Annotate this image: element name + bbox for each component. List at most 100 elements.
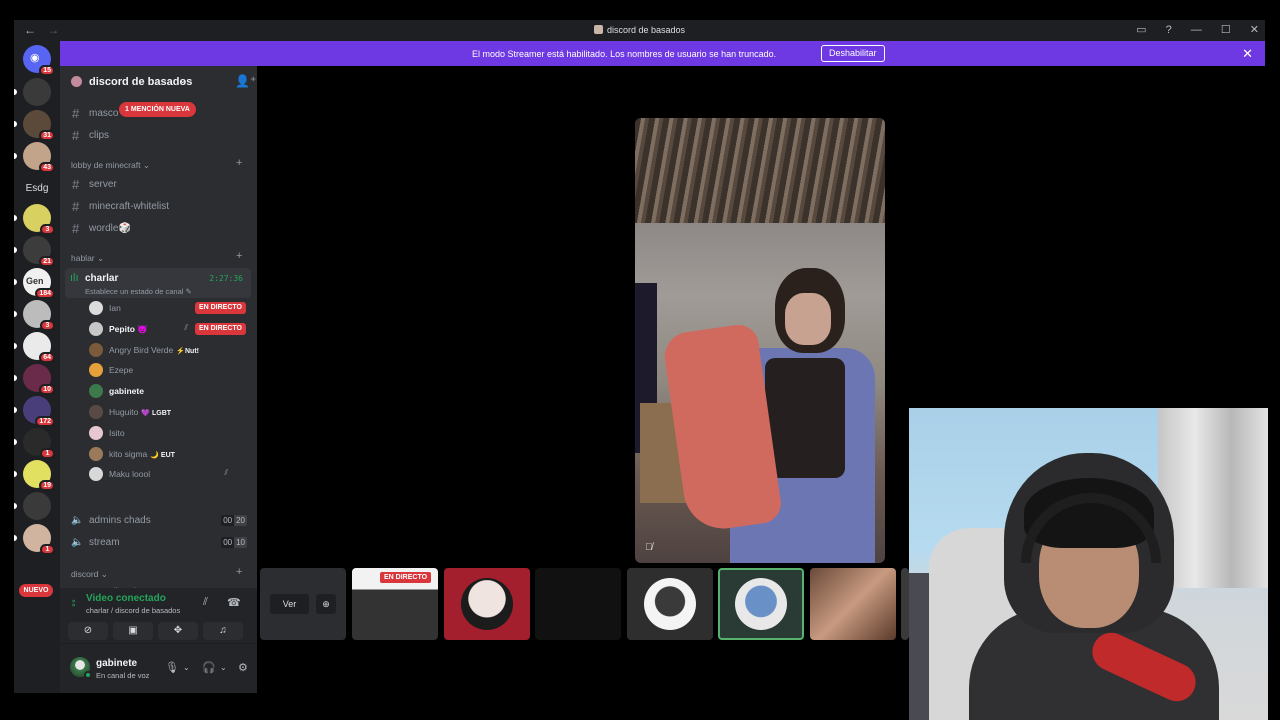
participant-tile-avatar[interactable] bbox=[444, 568, 530, 640]
server-icon[interactable]: 3 bbox=[23, 204, 55, 235]
streamer-mode-banner: El modo Streamer está habilitado. Los no… bbox=[60, 41, 1265, 66]
participant-tile-partial[interactable] bbox=[901, 568, 909, 640]
close-window-button[interactable]: ✕ bbox=[1250, 24, 1259, 36]
voice-user-row[interactable]: Ian EN DIRECTO bbox=[88, 299, 248, 318]
mention-badge: 3 bbox=[40, 224, 55, 235]
disable-streamer-button[interactable]: Deshabilitar bbox=[821, 45, 885, 62]
voice-channel-admins-chads[interactable]: 🔈 admins chads 00 20 bbox=[68, 511, 249, 531]
headphones-icon[interactable]: 🎧 bbox=[202, 661, 216, 674]
camera-off-button[interactable]: ⊘ bbox=[68, 622, 108, 640]
participant-tile-stream[interactable]: EN DIRECTO bbox=[352, 568, 438, 640]
participant-tile-video[interactable] bbox=[810, 568, 896, 640]
voice-user-row[interactable]: Isito bbox=[88, 424, 248, 443]
direct-messages-button[interactable]: ◉ 15 bbox=[23, 45, 55, 76]
server-icon[interactable]: 64 bbox=[23, 332, 55, 363]
avatar bbox=[461, 578, 513, 630]
channel-status-prompt[interactable]: Establece un estado de canal ✎ bbox=[85, 287, 192, 296]
server-folder-label[interactable]: Esdg bbox=[14, 183, 60, 194]
channel-clips[interactable]: # clips bbox=[68, 125, 249, 145]
category-discord[interactable]: discord ⌄ bbox=[71, 569, 108, 580]
server-icon[interactable]: 1 bbox=[23, 428, 55, 459]
activities-button[interactable]: ✥ bbox=[158, 622, 198, 640]
focused-video-stream[interactable]: 🎙̸ bbox=[635, 118, 885, 563]
gear-icon[interactable]: ⚙ bbox=[238, 661, 248, 674]
voice-user-name: Isito bbox=[109, 428, 125, 438]
view-button[interactable]: Ver bbox=[270, 594, 309, 614]
minimize-button[interactable]: — bbox=[1191, 24, 1202, 36]
muted-mic-icon: ⫽ bbox=[184, 322, 188, 332]
add-channel-icon[interactable]: + bbox=[236, 250, 242, 262]
voice-user-row[interactable]: Ezepe bbox=[88, 361, 248, 380]
server-header[interactable]: discord de basados ⌄ 👤⁺ bbox=[60, 66, 257, 96]
server-icon[interactable]: 10 bbox=[23, 364, 55, 395]
inbox-icon[interactable]: ▭ bbox=[1136, 24, 1146, 36]
channel-wordle[interactable]: # wordle🎲 bbox=[68, 218, 249, 238]
voice-user-row[interactable]: gabinete bbox=[88, 382, 248, 401]
help-icon[interactable]: ? bbox=[1166, 24, 1172, 36]
add-channel-icon[interactable]: + bbox=[236, 566, 242, 578]
server-icon[interactable]: 31 bbox=[23, 110, 55, 141]
zoom-icon[interactable]: ⊕ bbox=[316, 594, 336, 614]
username[interactable]: gabinete bbox=[96, 658, 137, 669]
discord-logo-icon: ◉ bbox=[30, 52, 40, 64]
server-icon[interactable] bbox=[23, 78, 51, 106]
channel-server[interactable]: # server bbox=[68, 174, 249, 194]
server-icon[interactable]: Gen 184 bbox=[23, 268, 55, 299]
server-icon[interactable] bbox=[23, 492, 51, 520]
voice-connected-channel[interactable]: charlar / discord de basados bbox=[86, 606, 180, 615]
window-title: discord de basados bbox=[14, 25, 1265, 35]
server-icon[interactable]: 19 bbox=[23, 460, 55, 491]
server-icon[interactable]: 3 bbox=[23, 300, 55, 331]
add-channel-icon[interactable]: + bbox=[236, 157, 242, 169]
voice-user-name-text: kito sigma bbox=[109, 448, 148, 459]
participant-tile-dark[interactable] bbox=[535, 568, 621, 640]
server-icon[interactable]: 172 bbox=[23, 396, 55, 427]
screen-share-button[interactable]: ▣ bbox=[113, 622, 153, 640]
chevron-down-icon[interactable]: ⌄ bbox=[183, 663, 190, 672]
voice-user-row[interactable]: kito sigma 🌙 EUT bbox=[88, 445, 248, 464]
unread-indicator bbox=[14, 407, 17, 413]
close-banner-icon[interactable]: ✕ bbox=[1242, 46, 1253, 62]
server-icon[interactable]: 21 bbox=[23, 236, 55, 267]
webcam-curtain bbox=[1158, 408, 1268, 588]
unread-indicator bbox=[14, 121, 17, 127]
live-badge[interactable]: EN DIRECTO bbox=[194, 302, 246, 314]
muted-mic-icon: 🎙̸ bbox=[645, 542, 653, 553]
connection-signal-icon[interactable]: ⦂ bbox=[72, 597, 75, 610]
avatar bbox=[89, 342, 103, 357]
avatar bbox=[89, 405, 103, 419]
channel-minecraft-whitelist[interactable]: # minecraft-whitelist bbox=[68, 196, 249, 216]
user-limit-badge: 00 10 bbox=[221, 537, 247, 548]
voice-user-row[interactable]: Huguito 💜 LGBT bbox=[88, 403, 248, 422]
voice-user-row[interactable]: Angry Bird Verde ⚡Nut! bbox=[88, 341, 248, 360]
category-hablar[interactable]: hablar ⌄ bbox=[71, 253, 104, 264]
voice-user-name-text: gabinete bbox=[109, 386, 144, 397]
noise-suppression-icon[interactable]: ⫽ bbox=[203, 596, 208, 609]
user-limit-badge: 00 20 bbox=[221, 515, 247, 526]
soundboard-button[interactable]: ♫ bbox=[203, 622, 243, 640]
server-icon[interactable]: 1 bbox=[23, 524, 55, 555]
live-badge[interactable]: EN DIRECTO bbox=[194, 322, 246, 335]
server-icon[interactable]: 43 bbox=[23, 142, 55, 173]
voice-user-row[interactable]: Pepito 😈 EN DIRECTO ⫽ bbox=[88, 320, 248, 339]
microphone-icon[interactable]: 🎙 bbox=[165, 661, 179, 674]
channel-name: wordle🎲 bbox=[89, 223, 131, 234]
invite-people-icon[interactable]: 👤⁺ bbox=[235, 74, 256, 88]
participant-tile-speaking[interactable] bbox=[718, 568, 804, 640]
voice-user-row[interactable]: Maku loool ⫽ bbox=[88, 465, 248, 484]
chevron-down-icon: ⌄ bbox=[179, 75, 187, 85]
server-rail: ◉ 15 31 43 Esdg 3 21 Gen 184 3 64 10 172 1 19 1 NUEVO bbox=[14, 41, 60, 693]
disconnect-icon[interactable]: ☎ bbox=[227, 596, 241, 609]
title-bar: ← → discord de basados ▭ ? — ☐ ✕ bbox=[14, 20, 1265, 41]
new-mention-pill[interactable]: 1 MENCIÓN NUEVA bbox=[119, 102, 196, 117]
category-minecraft[interactable]: lobby de minecraft ⌄ bbox=[71, 160, 150, 171]
chevron-down-icon[interactable]: ⌄ bbox=[220, 663, 227, 672]
voice-channel-stream[interactable]: 🔈 stream 00 10 bbox=[68, 533, 249, 553]
avatar bbox=[89, 384, 103, 399]
maximize-button[interactable]: ☐ bbox=[1221, 24, 1231, 36]
mention-badge: 3 bbox=[40, 320, 55, 331]
voice-channel-charlar[interactable]: ılı charlar 2:27:36 Establece un estado … bbox=[65, 268, 251, 298]
channel-sidebar: discord de basados ⌄ 👤⁺ # masco 1 MENCIÓ… bbox=[60, 66, 257, 693]
participant-tile-avatar[interactable] bbox=[627, 568, 713, 640]
new-unreads-pill[interactable]: NUEVO bbox=[19, 584, 53, 597]
